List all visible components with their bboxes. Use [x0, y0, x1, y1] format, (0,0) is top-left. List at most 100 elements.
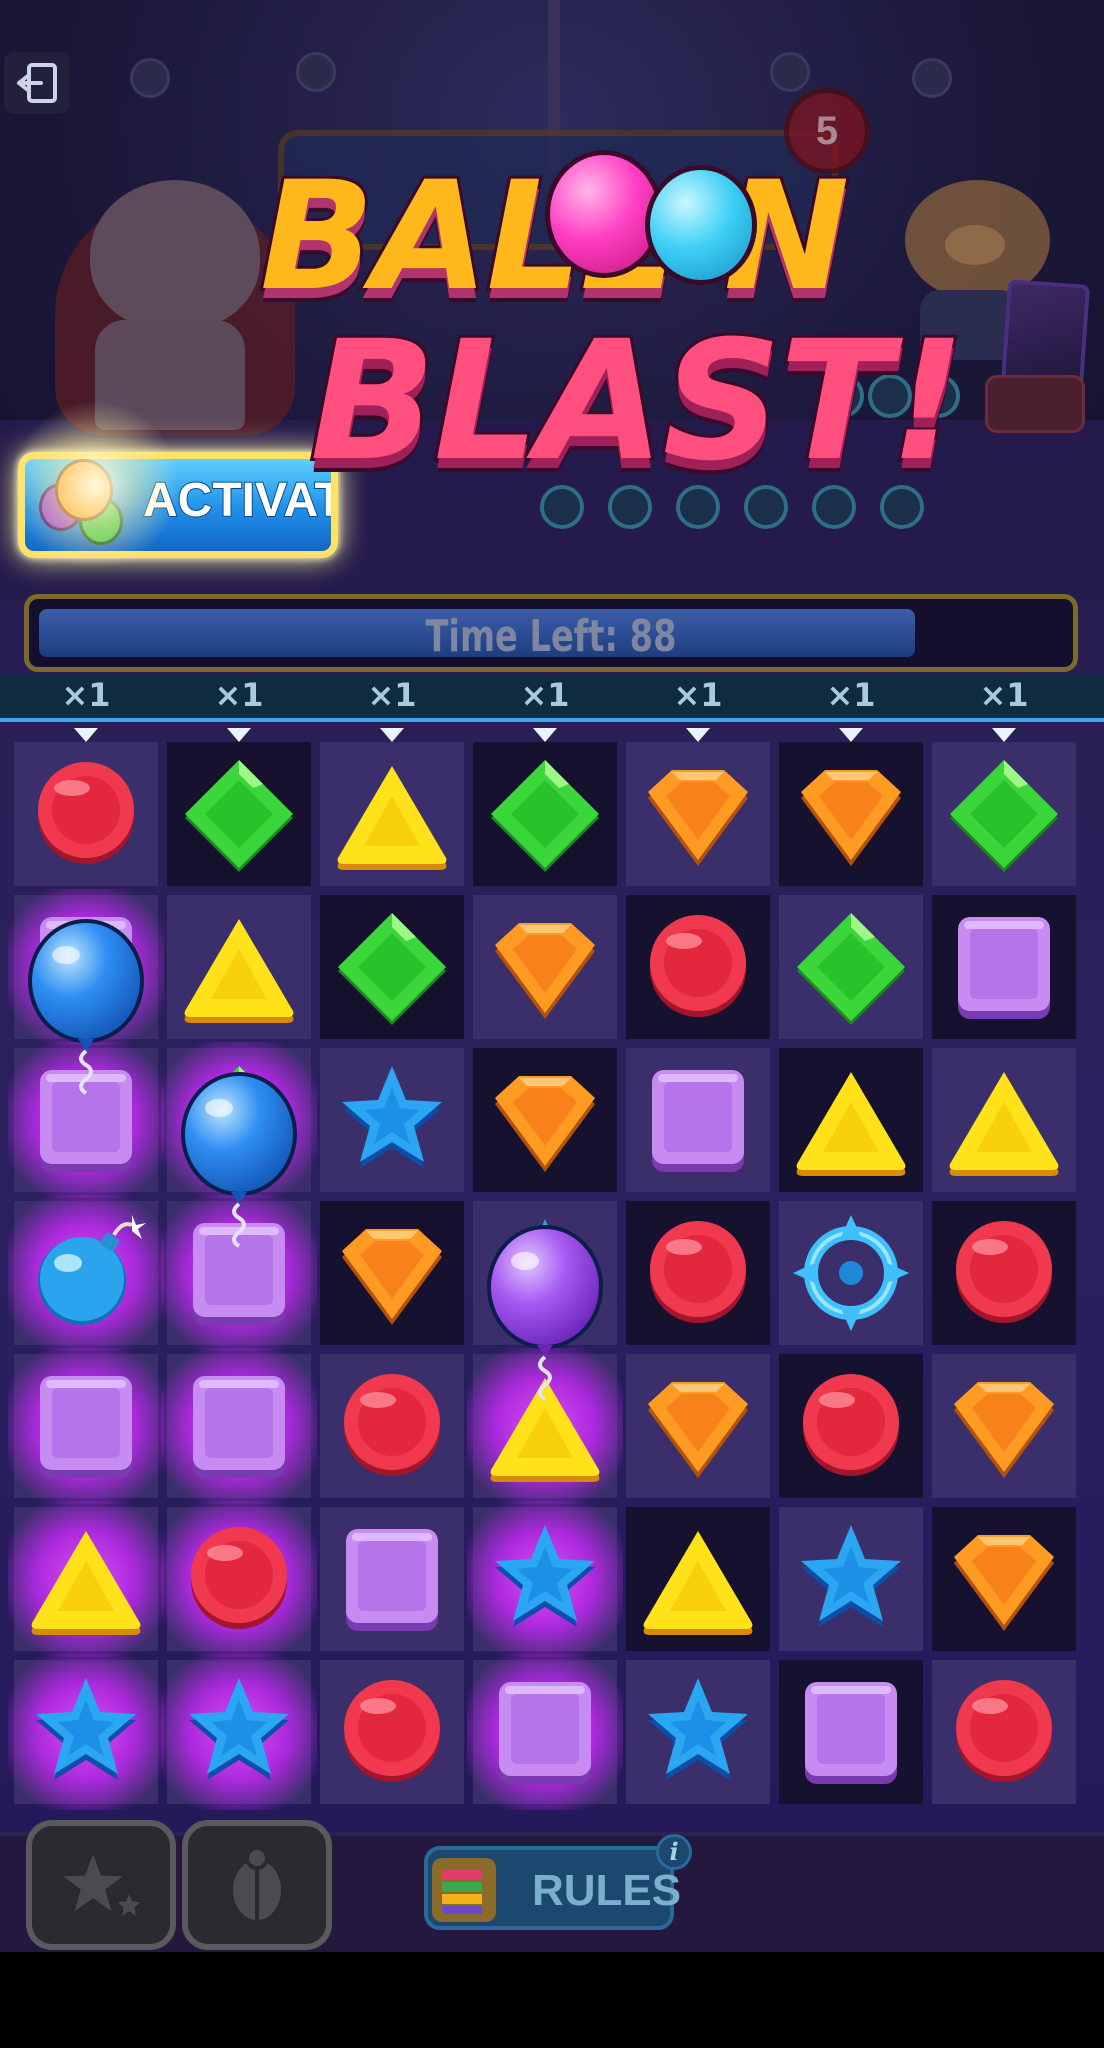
- scarab-booster-button[interactable]: [182, 1820, 332, 1950]
- orange-gem-icon: [473, 1048, 617, 1192]
- board-cell[interactable]: [626, 1048, 770, 1192]
- purple-square-icon: [14, 1048, 158, 1192]
- stage-light: [770, 52, 810, 92]
- purple-square-icon: [473, 1660, 617, 1804]
- column-drop-arrow: [380, 728, 404, 742]
- board-cell[interactable]: [14, 742, 158, 886]
- bottom-blackout: [0, 1952, 1104, 2048]
- board-cell[interactable]: [779, 1048, 923, 1192]
- board-cell[interactable]: [932, 895, 1076, 1039]
- column-multiplier: ×1: [367, 676, 417, 714]
- board-cell[interactable]: [8, 1348, 164, 1504]
- board-cell[interactable]: [320, 1507, 464, 1651]
- board-cell[interactable]: [779, 1354, 923, 1498]
- yellow-triangle-icon: [320, 742, 464, 886]
- purple-square-icon: [167, 1201, 311, 1345]
- board-cell[interactable]: [626, 1354, 770, 1498]
- board-cell[interactable]: [932, 1354, 1076, 1498]
- board-cell[interactable]: [320, 895, 464, 1039]
- board-cell[interactable]: [932, 1048, 1076, 1192]
- red-circle-icon: [779, 1354, 923, 1498]
- board-cell[interactable]: [8, 1501, 164, 1657]
- game-screen: 5 ACTIVAT BALL N BLAST! Time Left: 88 ×1…: [0, 0, 1104, 2048]
- board-cell[interactable]: [8, 889, 164, 1045]
- board-cell[interactable]: [473, 742, 617, 886]
- board-cell[interactable]: [467, 1654, 623, 1810]
- red-circle-icon: [626, 895, 770, 1039]
- board-cell[interactable]: [161, 1348, 317, 1504]
- blue-star-icon: [473, 1507, 617, 1651]
- board-cell[interactable]: [161, 1195, 317, 1351]
- yellow-triangle-icon: [473, 1354, 617, 1498]
- board-cell[interactable]: [167, 742, 311, 886]
- column-multiplier: ×1: [520, 676, 570, 714]
- board-cell[interactable]: [320, 1660, 464, 1804]
- purple-square-icon: [626, 1048, 770, 1192]
- red-circle-icon: [626, 1201, 770, 1345]
- balloon-blast-title: BALL N BLAST!: [250, 130, 968, 530]
- board-cell[interactable]: [320, 1201, 464, 1345]
- board-cell[interactable]: [8, 1654, 164, 1810]
- column-drop-arrow: [227, 728, 251, 742]
- board-cell[interactable]: [473, 1048, 617, 1192]
- board-cell[interactable]: [626, 1507, 770, 1651]
- red-circle-icon: [14, 742, 158, 886]
- blue-star-icon: [14, 1660, 158, 1804]
- board-cell[interactable]: [626, 1660, 770, 1804]
- blue-star-icon: [473, 1201, 617, 1345]
- purple-square-icon: [167, 1354, 311, 1498]
- exit-button[interactable]: [4, 52, 70, 114]
- column-drop-arrow: [533, 728, 557, 742]
- purple-square-icon: [320, 1507, 464, 1651]
- board-cell[interactable]: [626, 742, 770, 886]
- yellow-triangle-icon: [167, 895, 311, 1039]
- green-diamond-icon: [167, 1048, 311, 1192]
- board-cell[interactable]: [473, 1201, 617, 1345]
- board-cell[interactable]: [932, 742, 1076, 886]
- red-circle-icon: [932, 1201, 1076, 1345]
- board-cell[interactable]: [779, 1660, 923, 1804]
- board-cell[interactable]: [932, 1201, 1076, 1345]
- green-diamond-icon: [320, 895, 464, 1039]
- board-cell[interactable]: [473, 895, 617, 1039]
- board-cell[interactable]: [161, 1042, 317, 1198]
- board-cell[interactable]: [779, 1507, 923, 1651]
- board-cell[interactable]: [8, 1195, 164, 1351]
- board-cell[interactable]: [320, 1048, 464, 1192]
- bomb-icon: [14, 1201, 158, 1345]
- board-cell[interactable]: [467, 1348, 623, 1504]
- board-cell[interactable]: [932, 1507, 1076, 1651]
- target-icon: [779, 1201, 923, 1345]
- board-cell[interactable]: [167, 895, 311, 1039]
- stage-light: [130, 58, 170, 98]
- board-cell[interactable]: [779, 1201, 923, 1345]
- sparkle-flash: [10, 400, 180, 570]
- stars-booster-button[interactable]: [26, 1820, 176, 1950]
- column-drop-arrow: [74, 728, 98, 742]
- red-circle-icon: [932, 1660, 1076, 1804]
- rules-label: RULES: [532, 1866, 682, 1915]
- orange-gem-icon: [626, 1354, 770, 1498]
- timer-text: Time Left: 88: [425, 611, 677, 662]
- info-button[interactable]: i: [656, 1834, 692, 1870]
- yellow-triangle-icon: [626, 1507, 770, 1651]
- board-cell[interactable]: [8, 1042, 164, 1198]
- rules-button[interactable]: RULES: [424, 1846, 681, 1930]
- board-cell[interactable]: [932, 1660, 1076, 1804]
- board-cell[interactable]: [779, 895, 923, 1039]
- board-cell[interactable]: [626, 895, 770, 1039]
- green-diamond-icon: [473, 742, 617, 886]
- stars-icon: [54, 1845, 148, 1923]
- column-drop-arrow: [686, 728, 710, 742]
- blue-star-icon: [779, 1507, 923, 1651]
- opponent-boosters: [985, 375, 1085, 433]
- board-cell[interactable]: [161, 1654, 317, 1810]
- board-cell[interactable]: [320, 742, 464, 886]
- purple-square-icon: [14, 895, 158, 1039]
- column-multiplier: ×1: [214, 676, 264, 714]
- board-cell[interactable]: [626, 1201, 770, 1345]
- board-cell[interactable]: [161, 1501, 317, 1657]
- board-cell[interactable]: [467, 1501, 623, 1657]
- board-cell[interactable]: [779, 742, 923, 886]
- board-cell[interactable]: [320, 1354, 464, 1498]
